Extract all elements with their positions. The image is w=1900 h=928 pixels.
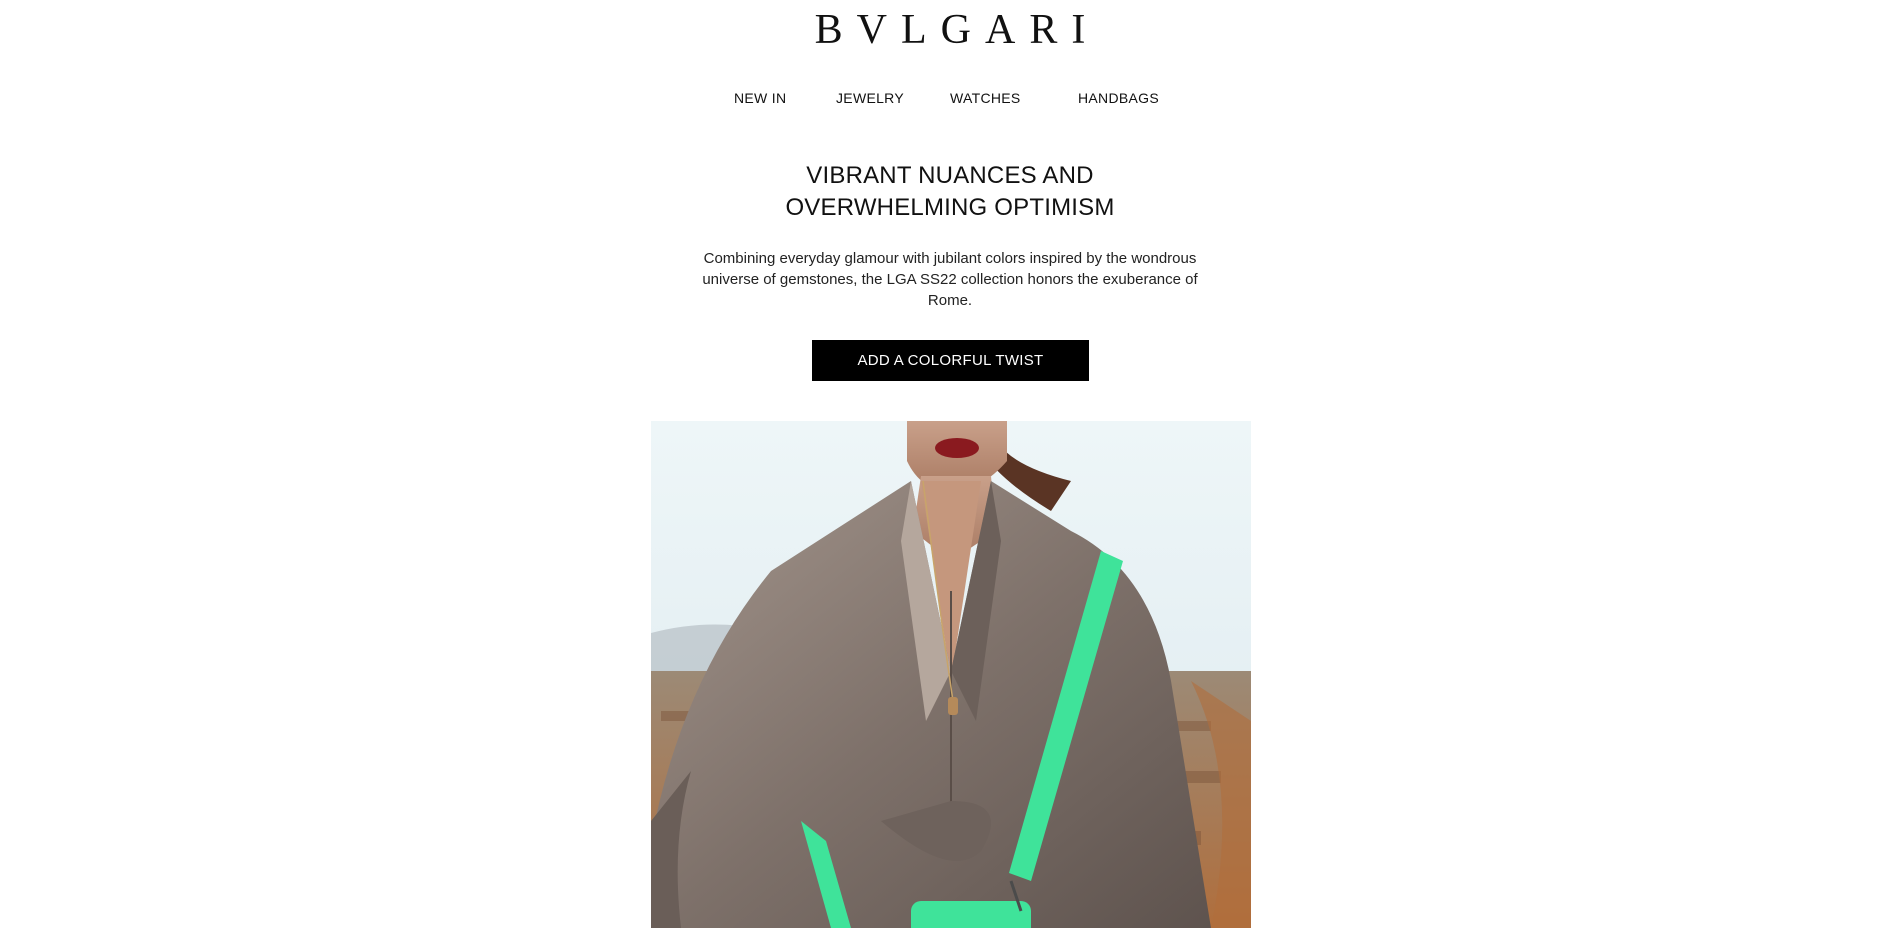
hero-illustration: [651, 421, 1251, 928]
page-title: VIBRANT NUANCES AND OVERWHELMING OPTIMIS…: [0, 160, 1900, 224]
nav-item-jewelry[interactable]: JEWELRY: [836, 90, 904, 106]
nav-item-handbags[interactable]: HANDBAGS: [1078, 90, 1159, 106]
main-nav: NEW IN JEWELRY WATCHES HANDBAGS: [0, 90, 1900, 110]
nav-item-watches[interactable]: WATCHES: [950, 90, 1021, 106]
nav-item-new-in[interactable]: NEW IN: [734, 90, 786, 106]
add-colorful-twist-button[interactable]: ADD A COLORFUL TWIST: [812, 340, 1089, 381]
bvlgari-logo[interactable]: BVLGARI: [0, 6, 1900, 54]
headline-line-2: OVERWHELMING OPTIMISM: [785, 194, 1115, 221]
email-page: BVLGARI NEW IN JEWELRY WATCHES HANDBAGS …: [0, 0, 1900, 928]
hero-description: Combining everyday glamour with jubilant…: [702, 250, 1198, 309]
hero-image[interactable]: [651, 421, 1251, 928]
headline-line-1: VIBRANT NUANCES AND: [806, 162, 1094, 189]
